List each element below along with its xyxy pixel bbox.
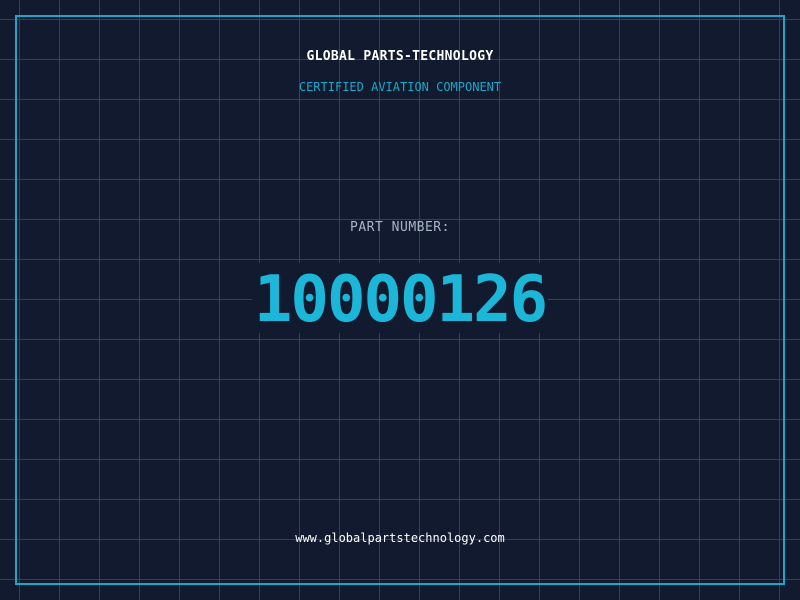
brand-title: GLOBAL PARTS-TECHNOLOGY bbox=[306, 49, 494, 64]
label-canvas: GLOBAL PARTS-TECHNOLOGY CERTIFIED AVIATI… bbox=[0, 0, 800, 600]
part-number-container: 10000126 bbox=[0, 263, 800, 333]
website-url: www.globalpartstechnology.com bbox=[295, 531, 505, 545]
part-number-value: 10000126 bbox=[251, 263, 548, 337]
brand-subtitle: CERTIFIED AVIATION COMPONENT bbox=[298, 80, 502, 94]
part-number-label: PART NUMBER: bbox=[350, 220, 450, 235]
